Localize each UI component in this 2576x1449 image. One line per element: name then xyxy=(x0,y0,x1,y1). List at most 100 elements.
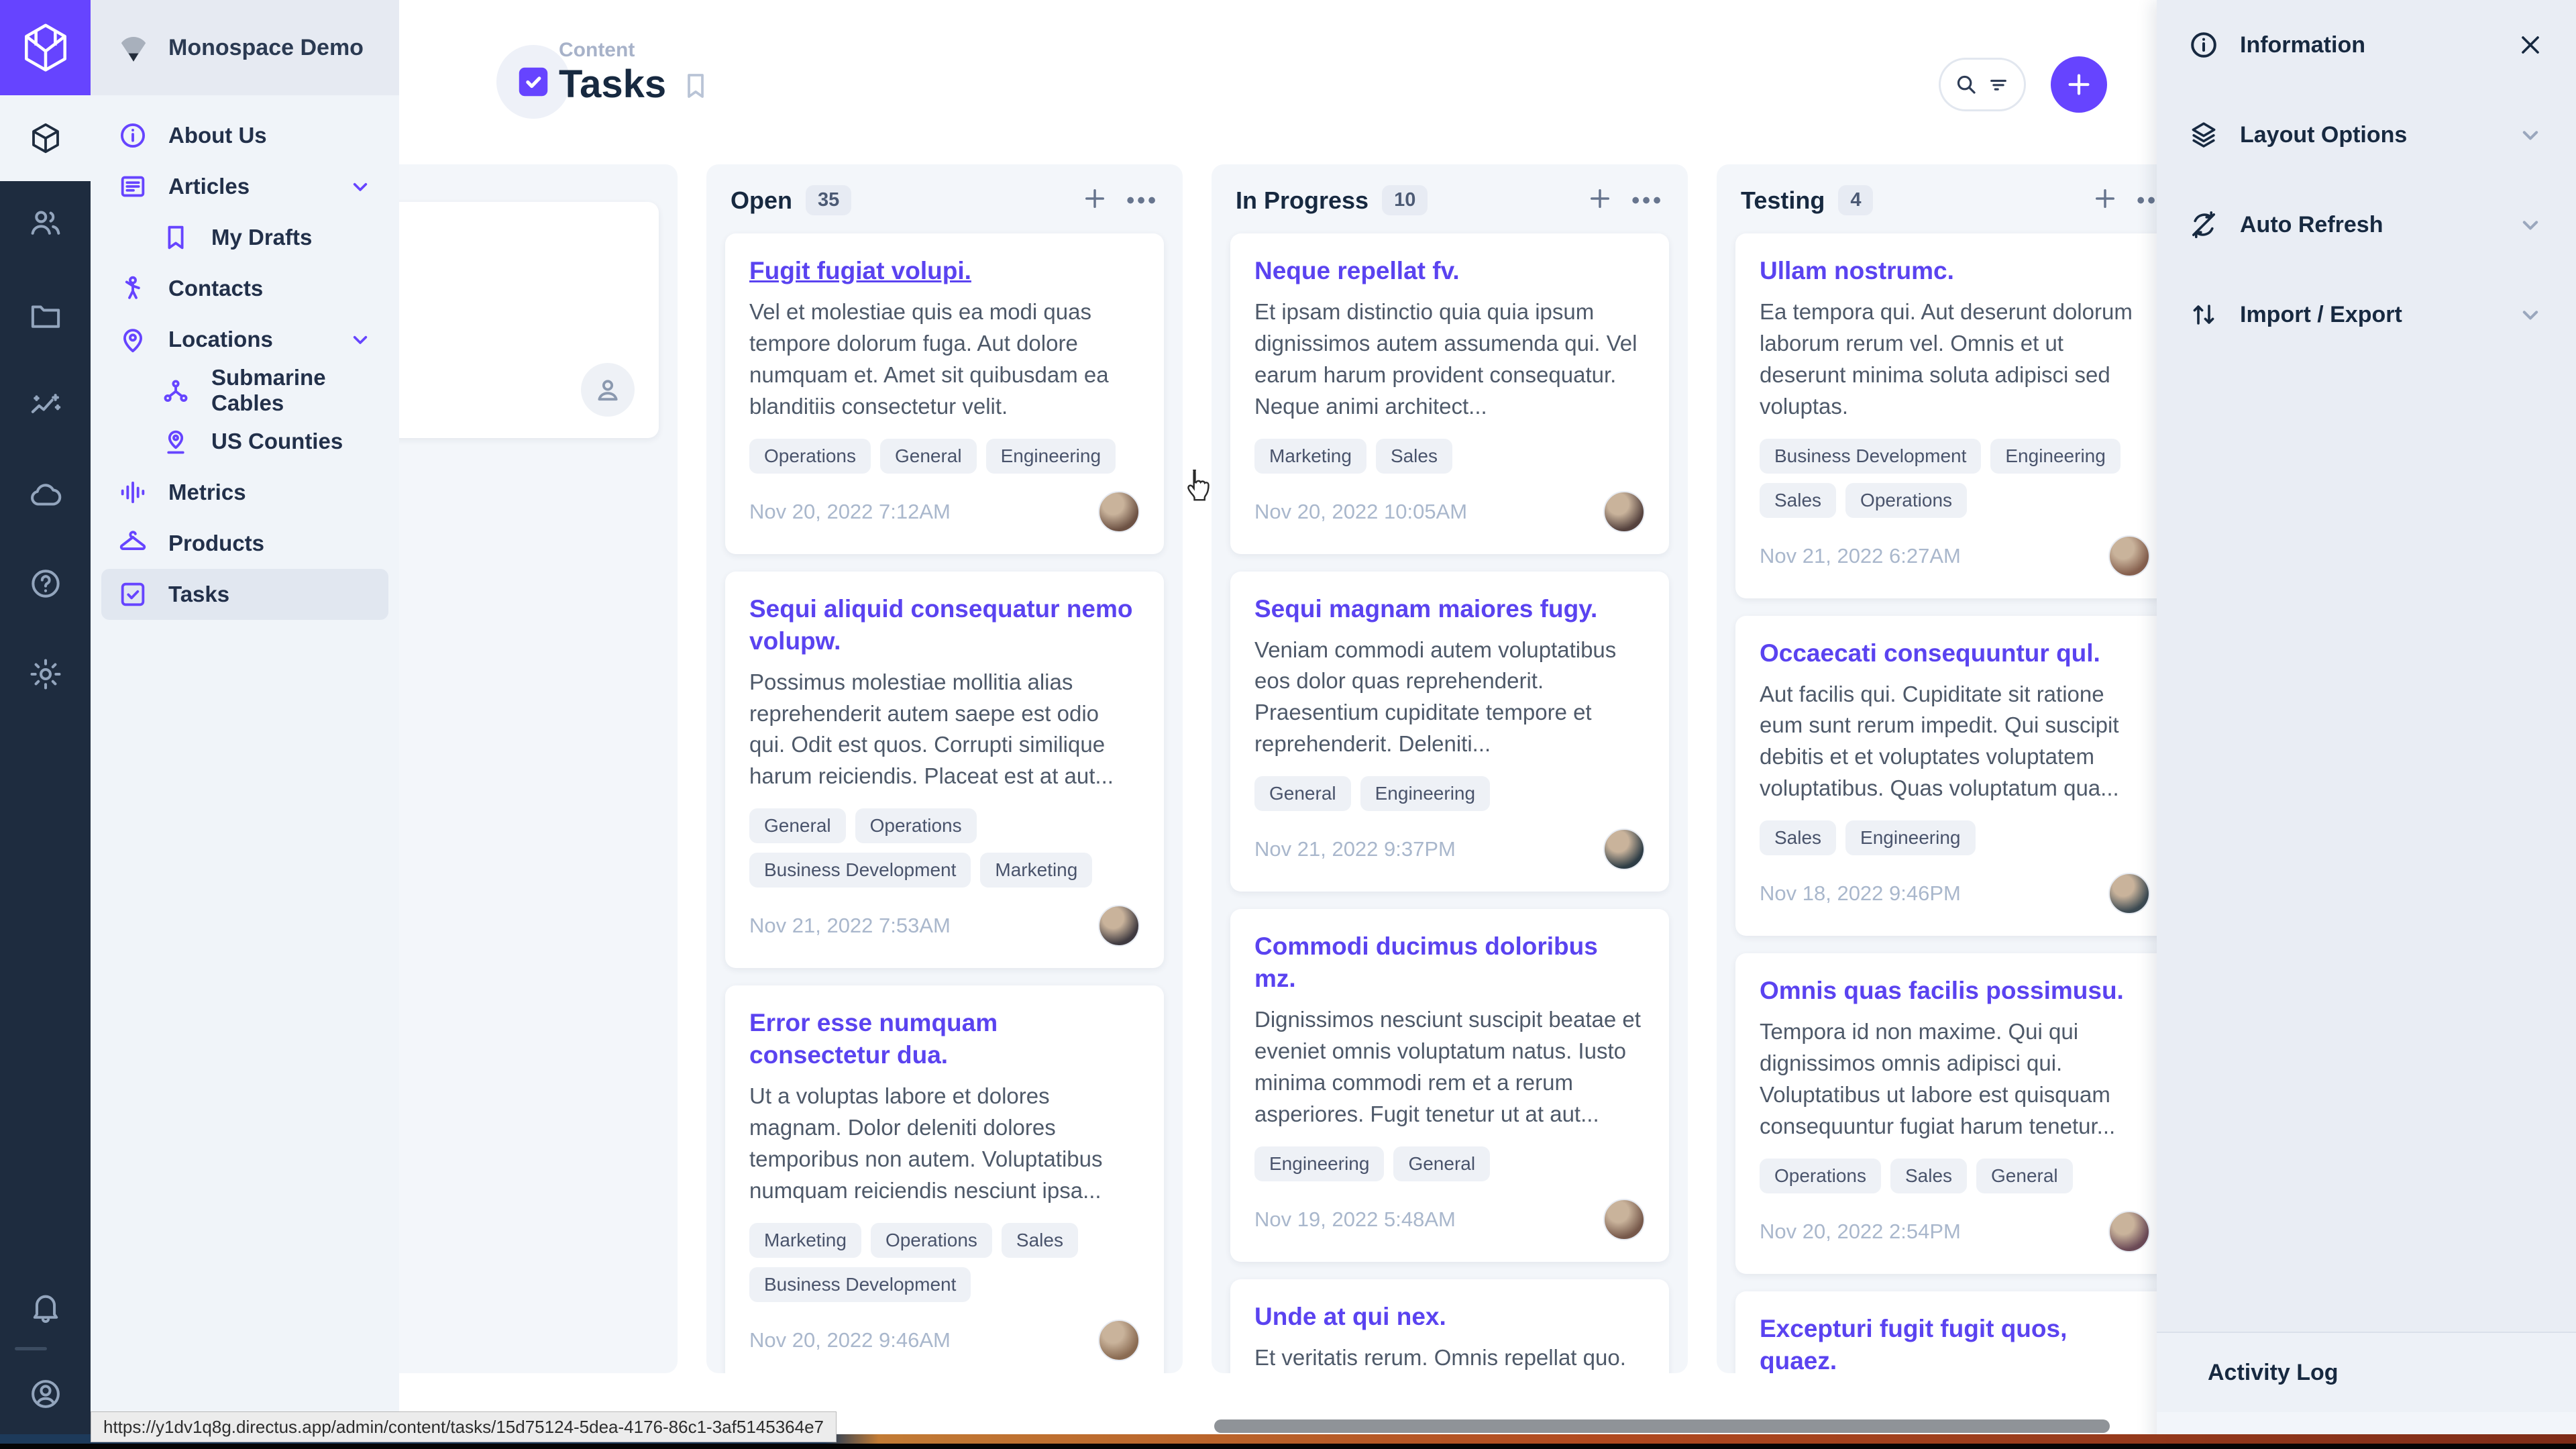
card-footer: Nov 20, 2022 2:54PM xyxy=(1760,1211,2150,1252)
tag-chip: Operations xyxy=(855,808,977,843)
column-menu-icon[interactable]: ••• xyxy=(1631,186,1664,215)
project-switcher[interactable]: Monospace Demo xyxy=(91,0,399,95)
tag-chip: Sales xyxy=(1376,439,1452,474)
card-title[interactable]: Omnis quas facilis possimusu. xyxy=(1760,975,2150,1007)
panel-auto-refresh[interactable]: Auto Refresh xyxy=(2157,180,2576,270)
card-title[interactable]: Neque repellat fv. xyxy=(1254,255,1645,287)
add-card-icon[interactable] xyxy=(1586,184,1614,216)
panel-information[interactable]: Information xyxy=(2157,0,2576,90)
card-footer: Nov 18, 2022 9:46PM xyxy=(1760,873,2150,914)
task-card[interactable]: Ullam nostrumc.Ea tempora qui. Aut deser… xyxy=(1735,233,2174,598)
sidebar-item-about-us[interactable]: About Us xyxy=(101,110,388,161)
search-filter-pill[interactable] xyxy=(1939,58,2026,111)
avatar xyxy=(1603,491,1645,533)
task-card[interactable]: ished task PM xyxy=(399,202,659,438)
tag-chip: General xyxy=(1254,776,1351,811)
app-logo[interactable] xyxy=(0,0,91,95)
tag-chip: General xyxy=(1393,1146,1490,1181)
sidebar-drawer: Information Layout Options Auto RefreshImp… xyxy=(2157,0,2576,1449)
project-name: Monospace Demo xyxy=(168,35,364,61)
sidebar-item-tasks[interactable]: Tasks xyxy=(101,569,388,620)
card-title[interactable]: Occaecati consequuntur qul. xyxy=(1760,637,2150,669)
add-card-icon[interactable] xyxy=(2091,184,2119,216)
card-title[interactable]: ished task xyxy=(399,223,635,256)
tasks-icon xyxy=(515,63,552,101)
module-help-icon[interactable] xyxy=(23,561,68,606)
task-card[interactable]: Unde at qui nex.Et veritatis rerum. Omni… xyxy=(1230,1279,1669,1373)
card-title[interactable]: Ullam nostrumc. xyxy=(1760,255,2150,287)
horizontal-scrollbar[interactable] xyxy=(1214,1419,2110,1433)
task-card[interactable]: Neque repellat fv.Et ipsam distinctio qu… xyxy=(1230,233,1669,554)
panel-import-export[interactable]: Import / Export xyxy=(2157,270,2576,360)
chevron-down-icon[interactable] xyxy=(2516,300,2545,329)
sidebar-item-label: My Drafts xyxy=(211,225,312,250)
kanban-column-partial: ished task PM xyxy=(399,164,678,1373)
module-insights-icon[interactable] xyxy=(23,384,68,429)
close-icon[interactable] xyxy=(2516,30,2545,60)
sidebar-item-label: Articles xyxy=(168,174,250,199)
tag-chip: General xyxy=(1976,1159,2073,1193)
panel-layout-options[interactable]: Layout Options xyxy=(2157,90,2576,180)
chevron-down-icon[interactable] xyxy=(2516,120,2545,150)
import-export-icon xyxy=(2188,299,2220,331)
card-title[interactable]: Error esse numquam consectetur dua. xyxy=(749,1007,1140,1071)
sidebar-item-us-counties[interactable]: US Counties xyxy=(101,416,388,467)
activity-log-button[interactable]: Activity Log xyxy=(2157,1332,2576,1412)
task-card[interactable]: Excepturi fugit fugit quos, quaez.Ipsa n… xyxy=(1735,1291,2174,1373)
panel-item-label: Layout Options xyxy=(2240,122,2407,148)
bookmark-icon xyxy=(159,221,193,254)
sidebar-item-label: About Us xyxy=(168,123,267,148)
card-title[interactable]: Fugit fugiat volupi. xyxy=(749,255,1140,287)
card-title[interactable]: Excepturi fugit fugit quos, quaez. xyxy=(1760,1313,2150,1373)
avatar xyxy=(1098,1320,1140,1361)
sidebar-item-metrics[interactable]: Metrics xyxy=(101,467,388,518)
sidebar-item-my-drafts[interactable]: My Drafts xyxy=(101,212,388,263)
task-card[interactable]: Fugit fugiat volupi.Vel et molestiae qui… xyxy=(725,233,1164,554)
column-actions: ••• xyxy=(1081,184,1159,216)
card-title[interactable]: Unde at qui nex. xyxy=(1254,1301,1645,1333)
module-cloud-icon[interactable] xyxy=(23,473,68,517)
chevron-down-icon[interactable] xyxy=(2516,210,2545,239)
create-item-button[interactable] xyxy=(2051,56,2107,113)
card-date: Nov 21, 2022 9:37PM xyxy=(1254,837,1456,861)
card-footer: PM xyxy=(399,363,635,417)
bell-icon[interactable] xyxy=(23,1285,68,1329)
card-title[interactable]: Commodi ducimus doloribus mz. xyxy=(1254,930,1645,995)
tag-chip: Marketing xyxy=(980,853,1092,888)
sidebar-item-articles[interactable]: Articles xyxy=(101,161,388,212)
sidebar-item-locations[interactable]: Locations xyxy=(101,314,388,365)
tag-chip: Engineering xyxy=(986,439,1116,474)
column-menu-icon[interactable]: ••• xyxy=(1126,186,1159,215)
card-title[interactable]: Sequi magnam maiores fugy. xyxy=(1254,593,1645,625)
user-circle-icon[interactable] xyxy=(23,1372,68,1416)
card-tags: GeneralOperationsBusiness DevelopmentMar… xyxy=(749,808,1140,888)
task-card[interactable]: Omnis quas facilis possimusu.Tempora id … xyxy=(1735,953,2174,1274)
task-card[interactable]: Sequi magnam maiores fugy.Veniam commodi… xyxy=(1230,572,1669,892)
tag-chip: Business Development xyxy=(749,1267,971,1302)
add-card-icon[interactable] xyxy=(1081,184,1109,216)
module-users-icon[interactable] xyxy=(23,201,68,245)
bookmark-icon[interactable] xyxy=(680,70,712,105)
task-card[interactable]: Commodi ducimus doloribus mz.Dignissimos… xyxy=(1230,909,1669,1262)
module-content[interactable] xyxy=(0,95,91,181)
task-card[interactable]: Sequi aliquid consequatur nemo volupw.Po… xyxy=(725,572,1164,969)
module-folder-icon[interactable] xyxy=(23,294,68,338)
column-header xyxy=(399,164,678,199)
avatar xyxy=(2108,535,2150,577)
column-actions: ••• xyxy=(1586,184,1664,216)
column-count-badge: 10 xyxy=(1382,185,1428,215)
column-title: Open xyxy=(731,186,792,215)
card-title[interactable]: Sequi aliquid consequatur nemo volupw. xyxy=(749,593,1140,657)
sidebar-item-submarine-cables[interactable]: Submarine Cables xyxy=(101,365,388,416)
bottom-edge xyxy=(0,1444,2576,1449)
sidebar-item-label: Contacts xyxy=(168,276,263,301)
task-card[interactable]: Error esse numquam consectetur dua.Ut a … xyxy=(725,985,1164,1373)
module-settings-icon[interactable] xyxy=(23,652,68,696)
chevron-down-icon[interactable] xyxy=(347,326,374,353)
sidebar-item-contacts[interactable]: Contacts xyxy=(101,263,388,314)
chevron-down-icon[interactable] xyxy=(347,173,374,200)
sidebar-item-products[interactable]: Products xyxy=(101,518,388,569)
tag-chip: Sales xyxy=(1890,1159,1967,1193)
avatar xyxy=(1603,1199,1645,1240)
task-card[interactable]: Occaecati consequuntur qul.Aut facilis q… xyxy=(1735,616,2174,936)
